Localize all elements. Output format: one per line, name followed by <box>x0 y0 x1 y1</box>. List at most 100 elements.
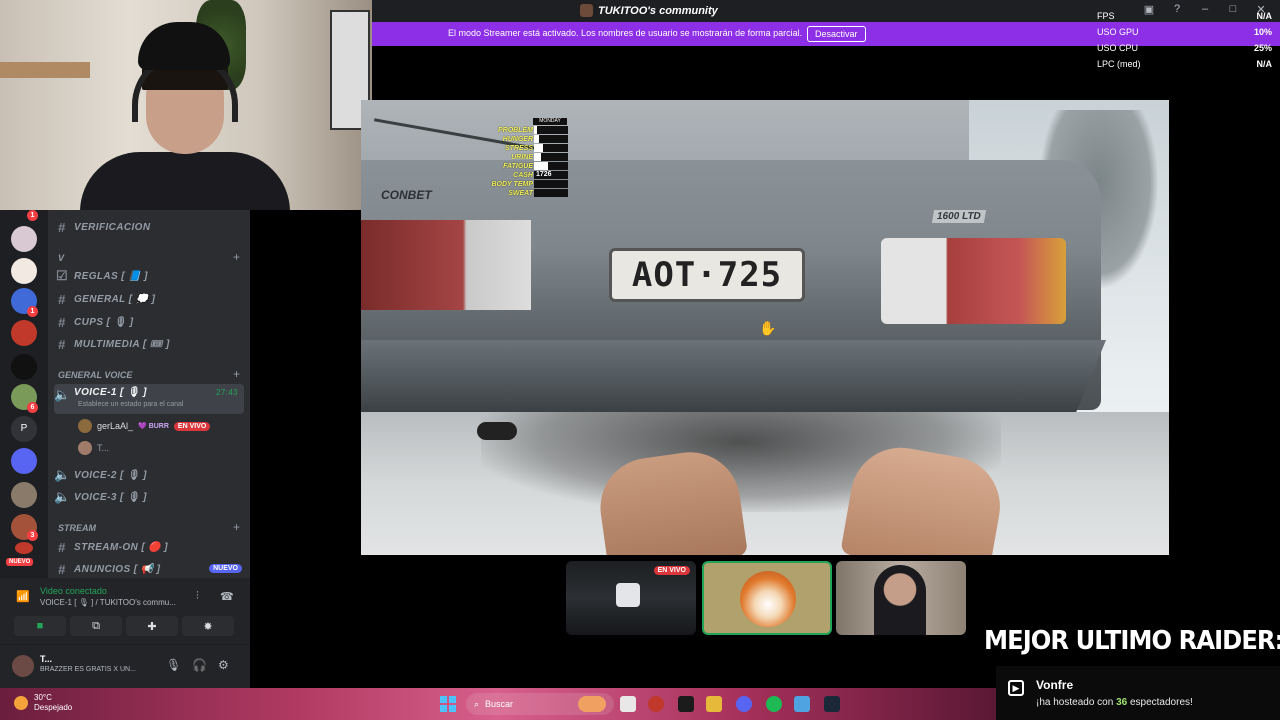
server-icon[interactable] <box>11 320 37 346</box>
hud-bar-fill <box>534 135 540 143</box>
stat-fps: FPS N/A <box>1097 11 1272 21</box>
channel-multimedia[interactable]: # MULTIMEDIA [ 🎟 ] <box>54 334 244 354</box>
avatar <box>78 441 92 455</box>
hud-row-problem: PROBLEM <box>481 126 571 135</box>
voice-channel-2[interactable]: 🔈 VOICE-2 [ 🎙 ] <box>54 465 244 485</box>
avatar[interactable] <box>12 655 34 677</box>
channel-list: # VERIFICACION V + ☑ REGLAS [ 📘 ] # GENERAL… <box>48 210 250 578</box>
hud-bar <box>534 153 568 161</box>
voice-user[interactable]: gerLaAl_ 💜 BURR EN VIVO <box>78 417 211 435</box>
server-icon[interactable] <box>11 448 37 474</box>
activities-button[interactable]: ✚ <box>126 616 178 636</box>
signal-icon[interactable]: 📶 <box>16 590 30 604</box>
announcement-icon: # <box>58 561 66 577</box>
hud-bar-fill <box>534 153 541 161</box>
participant-tile-stream[interactable]: EN VIVO <box>566 561 696 635</box>
custom-status: BRAZZER ES GRATIS X UN... <box>40 666 136 673</box>
car-model-badge: 1600 LTD <box>931 210 986 223</box>
microphone-icon[interactable]: 🎙 <box>166 658 181 672</box>
shirt <box>80 152 290 210</box>
host-name: Vonfre <box>1036 678 1074 692</box>
voice-channel-link[interactable]: VOICE-1 [ 🎙 ] / TUKITOO's commu... <box>40 598 176 607</box>
username[interactable]: T... <box>40 654 52 664</box>
voice-timer: 27:43 <box>215 388 238 397</box>
mention-badge: 1 <box>27 210 38 221</box>
webcam-overlay <box>0 0 372 210</box>
add-channel-icon[interactable]: + <box>233 250 240 264</box>
channel-reglas[interactable]: ☑ REGLAS [ 📘 ] <box>54 266 244 286</box>
server-icon[interactable] <box>11 226 37 252</box>
app-icon[interactable] <box>794 696 810 712</box>
app-icon[interactable] <box>648 696 664 712</box>
streamer-mode-message: El modo Streamer está activado. Los nomb… <box>448 28 803 38</box>
screen: TUKITOO's community ▣ ? – □ ✕ El modo St… <box>0 0 1280 720</box>
server-icon[interactable] <box>15 542 33 554</box>
window-title-text: TUKITOO's community <box>598 4 718 17</box>
left-tail-light <box>361 220 531 310</box>
add-channel-icon[interactable]: + <box>233 520 240 534</box>
webcam-shelf <box>0 62 90 78</box>
category-stream[interactable]: STREAM <box>58 523 96 533</box>
stat-cpu: USO CPU 25% <box>1097 43 1272 53</box>
weather-widget[interactable]: 30°C Despejado <box>14 693 72 713</box>
search-icon: ⌕ <box>474 698 480 709</box>
channel-verificacion[interactable]: # VERIFICACION <box>54 217 244 237</box>
disconnect-icon[interactable]: ☎ <box>220 590 234 603</box>
discord-icon[interactable] <box>736 696 752 712</box>
steam-icon[interactable] <box>824 696 840 712</box>
headphones-icon[interactable]: 🎧 <box>192 658 207 672</box>
server-icon[interactable] <box>11 482 37 508</box>
hud-row-sweat: SWEAT <box>481 189 571 198</box>
voice-channel-3[interactable]: 🔈 VOICE-3 [ 🎙 ] <box>54 487 244 507</box>
participant-tile-fox[interactable] <box>702 561 832 635</box>
right-tail-light <box>881 238 1066 324</box>
avatar <box>78 419 92 433</box>
weather-temp: 30°C <box>34 693 52 702</box>
server-icon[interactable] <box>11 258 37 284</box>
window-title: TUKITOO's community <box>580 4 718 17</box>
host-message: ¡ha hosteado con 36 espectadores! <box>1036 697 1193 708</box>
user-panel: T... BRAZZER ES GRATIS X UN... 🎙 🎧 ⚙ <box>0 644 250 688</box>
add-channel-icon[interactable]: + <box>233 367 240 381</box>
performance-overlay: FPS N/A USO GPU 10% USO CPU 25% LPC (med) N/… <box>1097 8 1272 72</box>
noise-suppression-icon[interactable]: ⫶ <box>196 590 199 603</box>
speaker-icon: 🔈 <box>54 387 71 402</box>
channel-status[interactable]: Establece un estado para el canal <box>78 401 183 408</box>
stat-lpc: LPC (med) N/A <box>1097 59 1272 69</box>
voice-status[interactable]: Video conectado <box>40 586 107 596</box>
file-explorer-icon[interactable] <box>620 696 636 712</box>
server-list: 1 1 6 P 3 NUEVO <box>0 210 48 578</box>
rear-bumper <box>361 340 1106 412</box>
app-icon[interactable] <box>706 696 722 712</box>
sun-icon <box>14 696 28 710</box>
server-icon[interactable] <box>11 354 37 380</box>
live-badge: EN VIVO <box>653 566 690 575</box>
search-highlight-icon[interactable] <box>578 696 606 712</box>
participant-tile-camera[interactable] <box>836 561 966 635</box>
spotify-icon[interactable] <box>766 696 782 712</box>
host-alert: ▶ Vonfre ¡ha hosteado con 36 espectadore… <box>996 666 1280 720</box>
fox-avatar <box>740 571 796 627</box>
text-channel-icon: # <box>58 336 66 352</box>
category-header[interactable]: V <box>58 253 64 263</box>
soundboard-button[interactable]: ✸ <box>182 616 234 636</box>
server-icon[interactable]: P <box>11 416 37 442</box>
hand-cursor-icon: ✋ <box>759 320 777 336</box>
deactivate-streamer-button[interactable]: Desactivar <box>807 26 866 42</box>
terminal-icon[interactable] <box>678 696 694 712</box>
category-general-voice[interactable]: GENERAL VOICE <box>58 370 132 380</box>
hud-bar <box>534 162 568 170</box>
hud-row-cash: CASH 1726 <box>481 171 571 180</box>
mention-badge: 6 <box>27 402 38 413</box>
channel-cups[interactable]: # CUPS [ 🎙 ] <box>54 312 244 332</box>
windows-start-icon[interactable] <box>440 696 456 712</box>
mention-badge: 3 <box>27 530 38 541</box>
channel-general[interactable]: # GENERAL [ 💭 ] <box>54 289 244 309</box>
host-icon: ▶ <box>1008 680 1024 696</box>
voice-channel-active[interactable]: 🔈 VOICE-1 [ 🎙 ] 27:43 Establece un estad… <box>54 384 244 414</box>
voice-user[interactable]: T... <box>78 439 109 457</box>
screen-share-button[interactable]: ⧉ <box>70 616 122 636</box>
camera-button[interactable]: ■ <box>14 616 66 636</box>
settings-gear-icon[interactable]: ⚙ <box>218 658 229 672</box>
channel-stream-on[interactable]: # STREAM-ON [ 🔴 ] <box>54 537 244 557</box>
